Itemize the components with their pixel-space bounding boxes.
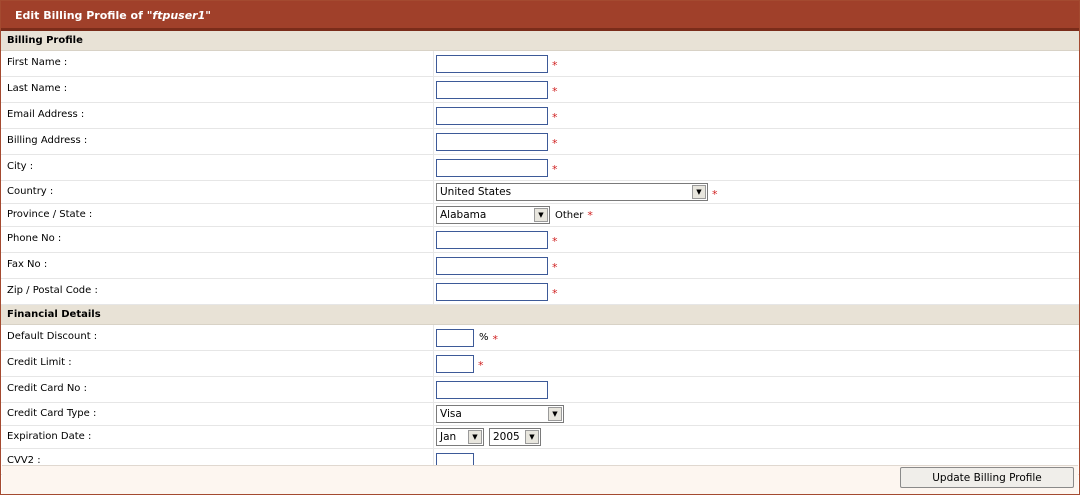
default-discount-field[interactable] [436,328,474,347]
required-mark: * [552,261,558,274]
form-footer: Update Billing Profile [2,465,1078,494]
required-mark: * [552,85,558,98]
country-select[interactable]: United States ▼ [436,183,708,201]
billing-address-label: Billing Address : [1,129,434,154]
credit-card-type-label: Credit Card Type : [1,403,434,425]
expiration-month-selected: Jan [440,431,457,443]
row-credit-card-type: Credit Card Type : Visa ▼ [1,403,1079,426]
credit-card-type-select[interactable]: Visa ▼ [436,405,564,423]
percent-suffix: % [479,332,489,343]
province-other-label: Other [555,209,584,221]
required-mark: * [587,208,593,222]
row-credit-limit: Credit Limit : * [1,351,1079,377]
phone-label: Phone No : [1,227,434,252]
row-first-name: First Name : * [1,51,1079,77]
row-default-discount: Default Discount : % * [1,325,1079,351]
chevron-down-icon[interactable]: ▼ [525,430,539,444]
row-fax: Fax No : * [1,253,1079,279]
required-mark: * [552,287,558,300]
row-credit-card-no: Credit Card No : [1,377,1079,403]
email-field[interactable] [436,106,548,125]
credit-card-no-field[interactable] [436,380,548,399]
required-mark: * [478,359,484,372]
city-label: City : [1,155,434,180]
first-name-field[interactable] [436,54,548,73]
required-mark: * [552,163,558,176]
credit-limit-label: Credit Limit : [1,351,434,376]
expiration-month-select[interactable]: Jan ▼ [436,428,484,446]
section-financial-details: Financial Details [1,305,1079,325]
row-country: Country : United States ▼ * [1,181,1079,204]
title-username: "ftpuser1" [146,9,211,22]
row-province: Province / State : Alabama ▼ Other * [1,204,1079,227]
province-selected: Alabama [440,209,487,221]
zip-label: Zip / Postal Code : [1,279,434,304]
last-name-label: Last Name : [1,77,434,102]
row-email: Email Address : * [1,103,1079,129]
expiration-year-select[interactable]: 2005 ▼ [489,428,541,446]
row-last-name: Last Name : * [1,77,1079,103]
chevron-down-icon[interactable]: ▼ [548,407,562,421]
province-label: Province / State : [1,204,434,226]
billing-address-field[interactable] [436,132,548,151]
email-label: Email Address : [1,103,434,128]
billing-profile-panel: Edit Billing Profile of "ftpuser1" Billi… [0,0,1080,495]
country-label: Country : [1,181,434,203]
row-phone: Phone No : * [1,227,1079,253]
phone-field[interactable] [436,230,548,249]
update-billing-profile-button[interactable]: Update Billing Profile [900,467,1074,488]
required-mark: * [552,235,558,248]
last-name-field[interactable] [436,80,548,99]
row-city: City : * [1,155,1079,181]
zip-field[interactable] [436,282,548,301]
credit-card-no-label: Credit Card No : [1,377,434,402]
required-mark: * [552,137,558,150]
chevron-down-icon[interactable]: ▼ [534,208,548,222]
required-mark: * [552,111,558,124]
expiration-date-label: Expiration Date : [1,426,434,448]
section-billing-profile: Billing Profile [1,31,1079,51]
chevron-down-icon[interactable]: ▼ [468,430,482,444]
required-mark: * [712,187,718,201]
credit-limit-field[interactable] [436,354,474,373]
chevron-down-icon[interactable]: ▼ [692,185,706,199]
panel-title: Edit Billing Profile of "ftpuser1" [1,1,1079,31]
country-selected: United States [440,186,512,198]
fax-label: Fax No : [1,253,434,278]
credit-card-type-selected: Visa [440,408,462,420]
first-name-label: First Name : [1,51,434,76]
row-billing-address: Billing Address : * [1,129,1079,155]
required-mark: * [492,333,499,346]
title-prefix: Edit Billing Profile of [15,9,147,22]
row-zip: Zip / Postal Code : * [1,279,1079,305]
expiration-year-selected: 2005 [493,431,520,443]
province-select[interactable]: Alabama ▼ [436,206,550,224]
fax-field[interactable] [436,256,548,275]
city-field[interactable] [436,158,548,177]
required-mark: * [552,59,558,72]
default-discount-label: Default Discount : [1,325,434,350]
row-expiration-date: Expiration Date : Jan ▼ 2005 ▼ [1,426,1079,449]
